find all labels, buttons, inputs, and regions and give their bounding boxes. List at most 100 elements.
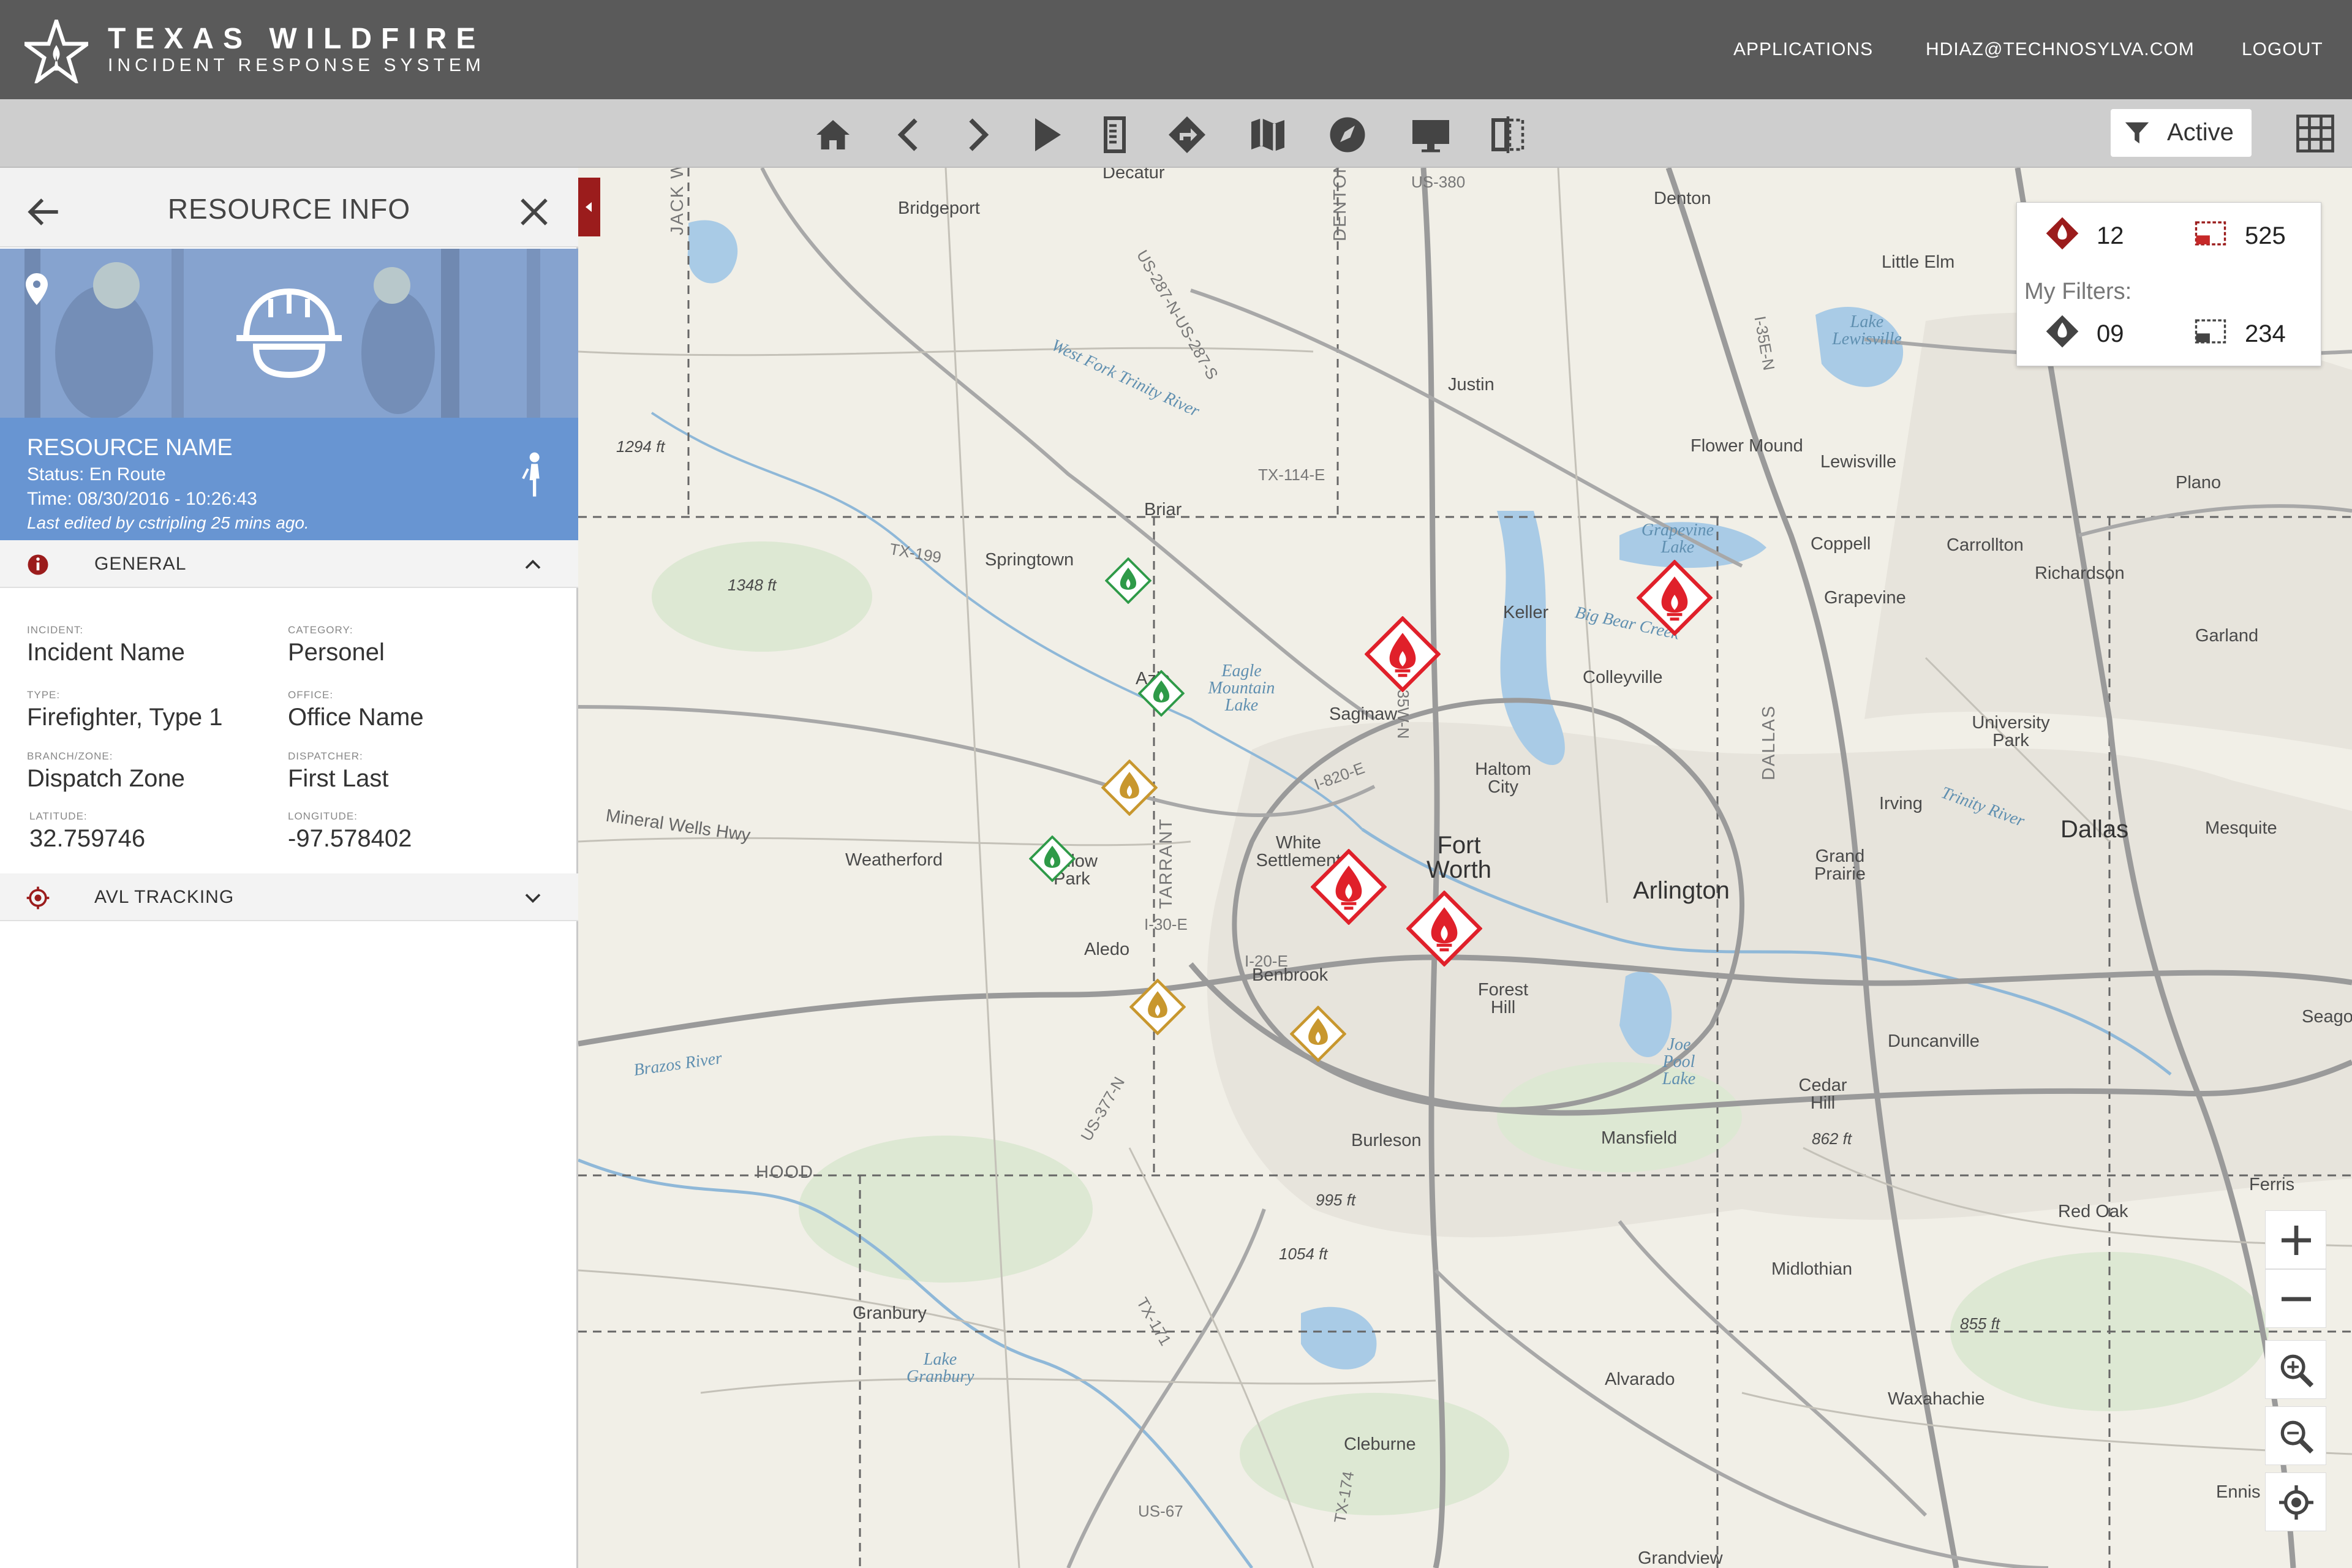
map-label-fort-worth: Fort Worth xyxy=(1427,832,1491,883)
map-label-arlington: Arlington xyxy=(1633,877,1730,904)
play-button[interactable] xyxy=(1024,113,1068,157)
incident-value: Incident Name xyxy=(27,639,185,666)
map-route-us67: US-67 xyxy=(1138,1502,1183,1520)
fire-incident-marker[interactable] xyxy=(1365,616,1441,692)
fire-incident-marker[interactable] xyxy=(1101,760,1158,816)
play-icon xyxy=(1035,118,1061,151)
category-label: CATEGORY: xyxy=(288,624,353,636)
map-label-mesquite: Mesquite xyxy=(2205,818,2277,838)
dispatcher-label: DISPATCHER: xyxy=(288,750,363,762)
general-section-label: GENERAL xyxy=(94,554,187,574)
my-filters-label: My Filters: xyxy=(2024,279,2132,304)
map-label-decatur: Decatur xyxy=(1102,168,1165,183)
resource-status: Status: En Route xyxy=(27,464,166,484)
fire-incident-marker[interactable] xyxy=(1129,979,1186,1035)
avl-tracking-label: AVL TRACKING xyxy=(94,887,235,907)
compass-button[interactable] xyxy=(1325,113,1370,157)
map-label-waxahachie: Waxahachie xyxy=(1888,1389,1985,1409)
map-label-saginaw: Saginaw xyxy=(1329,704,1398,724)
minus-icon xyxy=(2282,1297,2311,1302)
map-label-coppell: Coppell xyxy=(1811,534,1871,554)
map-label-carrollton: Carrollton xyxy=(1947,535,2024,555)
fire-incident-marker[interactable] xyxy=(1105,557,1152,604)
home-button[interactable] xyxy=(811,113,855,157)
split-view-icon xyxy=(1491,116,1525,153)
map-label-hood-county: HOOD xyxy=(756,1163,814,1182)
crosshair-icon xyxy=(2279,1485,2313,1520)
dispatcher-value: First Last xyxy=(288,765,389,792)
map-layers-button[interactable] xyxy=(1246,113,1290,157)
office-label: OFFICE: xyxy=(288,689,334,701)
locate-me-button[interactable] xyxy=(2265,1472,2326,1531)
map-label-elev-1054: 1054 ft xyxy=(1279,1245,1328,1263)
user-account-link[interactable]: HDIAZ@TECHNOSYLVA.COM xyxy=(1926,40,2195,59)
map-route-us380: US-380 xyxy=(1411,173,1466,191)
fire-incident-marker[interactable] xyxy=(1138,670,1185,717)
dispatcher-field: DISPATCHER: First Last xyxy=(288,751,388,791)
map-label-keller: Keller xyxy=(1503,603,1549,622)
magnify-in-button[interactable] xyxy=(2265,1340,2326,1399)
logout-link[interactable]: LOGOUT xyxy=(2242,40,2323,59)
map-label-garland: Garland xyxy=(2195,626,2259,646)
map-label-jack-wise: JACK WISE xyxy=(668,168,687,235)
compass-icon xyxy=(1330,117,1365,153)
branch-zone-value: Dispatch Zone xyxy=(27,765,185,792)
incident-label: INCIDENT: xyxy=(27,624,84,636)
map-label-lake-lewisville: Lake Lewisville xyxy=(1832,312,1902,349)
map-label-tarrant: TARRANT xyxy=(1156,818,1176,909)
general-section-header[interactable]: GENERAL xyxy=(0,540,578,588)
map-label-ennis: Ennis xyxy=(2216,1482,2261,1502)
map-label-grapevine: Grapevine xyxy=(1824,588,1906,608)
fire-incident-marker[interactable] xyxy=(1637,560,1713,636)
back-nav-button[interactable] xyxy=(888,113,932,157)
latitude-field: LATITUDE: 32.759746 xyxy=(29,811,145,851)
map-icon xyxy=(1251,118,1284,151)
map-label-springtown: Springtown xyxy=(985,550,1074,570)
plus-icon xyxy=(2282,1226,2311,1255)
applications-link[interactable]: APPLICATIONS xyxy=(1733,40,1873,59)
filter-icon xyxy=(2125,122,2149,144)
panel-header: RESOURCE INFO xyxy=(0,168,578,247)
forward-nav-button[interactable] xyxy=(954,113,998,157)
fire-incident-marker[interactable] xyxy=(1406,891,1482,967)
texas-star-logo xyxy=(24,20,88,83)
info-icon xyxy=(28,554,48,575)
branch-zone-label: BRANCH/ZONE: xyxy=(27,750,113,762)
notes-icon xyxy=(1104,116,1126,153)
display-button[interactable] xyxy=(1409,113,1453,157)
close-icon[interactable] xyxy=(513,191,555,233)
map-label-richardson: Richardson xyxy=(2035,564,2125,583)
split-view-button[interactable] xyxy=(1486,113,1530,157)
map-label-little-elm: Little Elm xyxy=(1882,252,1955,272)
collapse-panel-tab[interactable] xyxy=(578,178,600,236)
fire-incident-marker[interactable] xyxy=(1029,835,1076,882)
notes-button[interactable] xyxy=(1093,113,1137,157)
resource-info-panel: RESOURCE INFO RESOURCE NAME Status: En R… xyxy=(0,168,578,1568)
chevron-down-icon xyxy=(525,894,541,903)
fire-count-total: 12 xyxy=(2097,222,2124,249)
app-title: TEXAS WILDFIRE xyxy=(108,23,485,55)
grid-menu-button[interactable] xyxy=(2292,110,2339,157)
app-header: TEXAS WILDFIRE INCIDENT RESPONSE SYSTEM … xyxy=(0,0,2352,99)
map-label-denton: Denton xyxy=(1654,189,1711,208)
type-field: TYPE: Firefighter, Type 1 xyxy=(27,690,222,729)
area-count-total: 525 xyxy=(2245,222,2286,249)
map-label-aledo: Aledo xyxy=(1084,940,1130,959)
map-label-university-park: University Park xyxy=(1972,713,2050,750)
map-label-alvarado: Alvarado xyxy=(1605,1370,1675,1389)
magnify-out-button[interactable] xyxy=(2265,1406,2326,1465)
fire-count-icon xyxy=(2046,217,2079,250)
fire-incident-marker[interactable] xyxy=(1290,1006,1346,1062)
directions-button[interactable] xyxy=(1165,113,1209,157)
zoom-in-button[interactable] xyxy=(2265,1210,2326,1269)
map-label-cleburne: Cleburne xyxy=(1344,1434,1416,1454)
chevron-left-icon xyxy=(897,118,918,151)
zoom-out-button[interactable] xyxy=(2265,1269,2326,1328)
map-view[interactable]: Decatur Bridgeport Denton Little Elm Jus… xyxy=(578,168,2352,1568)
map-label-dallas: Dallas xyxy=(2060,816,2129,843)
filter-label: Active xyxy=(2167,119,2234,146)
fire-incident-marker[interactable] xyxy=(1311,849,1387,925)
active-filter-button[interactable]: Active xyxy=(2111,109,2252,157)
map-label-elev-995: 995 ft xyxy=(1316,1191,1356,1209)
avl-tracking-section-header[interactable]: AVL TRACKING xyxy=(0,873,578,921)
